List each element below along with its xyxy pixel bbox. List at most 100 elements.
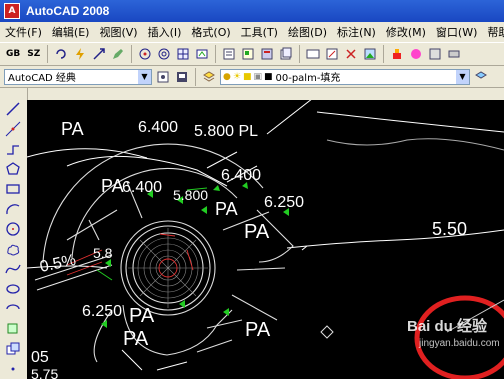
menu-tools[interactable]: 工具(T) xyxy=(236,24,283,40)
make-block-icon[interactable] xyxy=(4,340,22,358)
layer-previous-icon[interactable] xyxy=(473,69,489,85)
orbit-icon[interactable] xyxy=(137,46,153,62)
point-icon[interactable] xyxy=(4,360,22,378)
menu-modify[interactable]: 修改(M) xyxy=(381,24,431,40)
separator xyxy=(195,67,196,86)
line-icon[interactable] xyxy=(4,100,22,118)
chevron-down-icon[interactable]: ▼ xyxy=(138,69,151,84)
lightbulb-icon[interactable]: ● xyxy=(223,72,231,82)
workspace-save-icon[interactable] xyxy=(174,69,190,85)
workspace-select[interactable]: AutoCAD 经典 ▼ xyxy=(4,68,152,85)
insert-block-icon[interactable] xyxy=(4,320,22,338)
drawing-label: PA xyxy=(245,319,271,341)
drawing-label: 5.800 xyxy=(173,187,208,203)
menu-format[interactable]: 格式(O) xyxy=(186,24,235,40)
gb-button[interactable]: GB xyxy=(4,49,22,59)
layer-color-icon[interactable]: ■ xyxy=(264,72,273,82)
window-title: AutoCAD 2008 xyxy=(26,4,110,18)
rectangle-icon[interactable] xyxy=(4,180,22,198)
arrow-icon[interactable] xyxy=(91,46,107,62)
drawing-label: 5.50 xyxy=(432,219,467,239)
properties-icon[interactable] xyxy=(221,46,237,62)
arc-icon[interactable] xyxy=(4,200,22,218)
draw-toolbar xyxy=(0,88,28,379)
menu-window[interactable]: 窗口(W) xyxy=(431,24,482,40)
sz-button[interactable]: SZ xyxy=(25,49,42,59)
scissors-icon[interactable] xyxy=(343,46,359,62)
layer-name: 00-palm-填充 xyxy=(275,73,341,84)
menu-view[interactable]: 视图(V) xyxy=(94,24,142,40)
layer-state-icon[interactable] xyxy=(427,46,443,62)
snap-icon[interactable] xyxy=(194,46,210,62)
paint-icon[interactable] xyxy=(389,46,405,62)
drawing-label: 0.5% xyxy=(38,252,77,276)
design-center-icon[interactable] xyxy=(240,46,256,62)
edit-icon[interactable] xyxy=(110,46,126,62)
bolt-icon[interactable] xyxy=(72,46,88,62)
drawing-label: 5.800 PL xyxy=(194,123,258,140)
menu-bar: 文件(F) 编辑(E) 视图(V) 插入(I) 格式(O) 工具(T) 绘图(D… xyxy=(0,22,504,42)
markup-icon[interactable] xyxy=(324,46,340,62)
title-bar: A AutoCAD 2008 xyxy=(0,0,504,22)
watermark-url: jingyan.baidu.com xyxy=(418,338,500,349)
ellipse-icon[interactable] xyxy=(4,280,22,298)
separator xyxy=(131,45,133,63)
layer-state-icons: ● ☀ ■ ▣ ■ xyxy=(221,72,272,82)
drawing-label: PA xyxy=(129,305,155,327)
watermark-brand: Bai du 经验 xyxy=(407,317,488,335)
menu-draw[interactable]: 绘图(D) xyxy=(283,24,332,40)
lock-icon[interactable]: ■ xyxy=(243,72,252,82)
plot-icon[interactable] xyxy=(446,46,462,62)
menu-help[interactable]: 帮助 xyxy=(482,24,504,40)
drawing-label: PA xyxy=(215,199,238,219)
polyline-icon[interactable] xyxy=(4,140,22,158)
drawing-canvas[interactable]: PA 6.400 5.800 PL PA 6.400 PA 6.400 5.80… xyxy=(27,100,504,379)
drawing-label: 6.400 xyxy=(138,119,178,136)
autocad-icon: A xyxy=(4,3,20,19)
construction-line-icon[interactable] xyxy=(4,120,22,138)
menu-insert[interactable]: 插入(I) xyxy=(143,24,187,40)
chevron-down-icon[interactable]: ▼ xyxy=(456,69,469,84)
color-icon[interactable] xyxy=(408,46,424,62)
drawing-header xyxy=(27,88,504,100)
drawing-label: 6.250 xyxy=(264,194,304,211)
cad-drawing: PA 6.400 5.800 PL PA 6.400 PA 6.400 5.80… xyxy=(27,100,504,379)
tool-palette-icon[interactable] xyxy=(259,46,275,62)
spline-icon[interactable] xyxy=(4,260,22,278)
drawing-label: PA xyxy=(101,176,124,196)
watermark: Bai du 经验 jingyan.baidu.com xyxy=(407,317,500,349)
workspace-settings-icon[interactable] xyxy=(155,69,171,85)
workspace-toolbar: AutoCAD 经典 ▼ ● ☀ ■ ▣ ■ 00-palm-填充 ▼ xyxy=(0,66,504,88)
revcloud-icon[interactable] xyxy=(4,240,22,258)
drawing-label: PA xyxy=(123,328,149,350)
drawing-label: 6.400 xyxy=(122,179,162,196)
image-icon[interactable] xyxy=(362,46,378,62)
rotate-icon[interactable] xyxy=(53,46,69,62)
drawing-label: 6.250 xyxy=(82,303,122,320)
separator xyxy=(299,45,301,63)
separator xyxy=(215,45,217,63)
drawing-label: PA xyxy=(244,221,270,243)
layer-manager-icon[interactable] xyxy=(201,69,217,85)
drawing-label: PA xyxy=(61,119,84,139)
separator xyxy=(47,45,49,63)
sheet-set-icon[interactable] xyxy=(278,46,294,62)
polygon-icon[interactable] xyxy=(4,160,22,178)
sun-icon[interactable]: ☀ xyxy=(233,72,241,82)
workspace-value: AutoCAD 经典 xyxy=(8,73,76,84)
separator xyxy=(383,45,385,63)
menu-edit[interactable]: 编辑(E) xyxy=(47,24,95,40)
menu-file[interactable]: 文件(F) xyxy=(0,24,47,40)
ellipse-arc-icon[interactable] xyxy=(4,300,22,318)
target-icon[interactable] xyxy=(156,46,172,62)
layer-select[interactable]: ● ☀ ■ ▣ ■ 00-palm-填充 ▼ xyxy=(220,68,470,85)
plot-state-icon[interactable]: ▣ xyxy=(253,72,262,82)
text-icon[interactable] xyxy=(305,46,321,62)
menu-dimension[interactable]: 标注(N) xyxy=(332,24,381,40)
standard-toolbar: GB SZ xyxy=(0,42,504,66)
circle-icon[interactable] xyxy=(4,220,22,238)
grid-icon[interactable] xyxy=(175,46,191,62)
drawing-label: 5.8 xyxy=(93,245,113,261)
drawing-label: 6.400 xyxy=(221,167,261,184)
drawing-label: 05 xyxy=(31,349,49,366)
